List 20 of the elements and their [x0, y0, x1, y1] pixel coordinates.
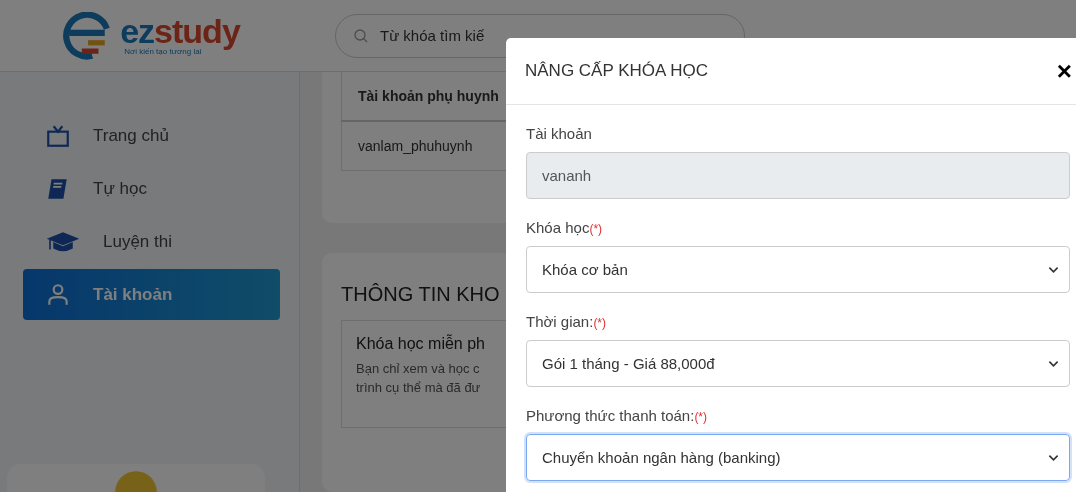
chevron-down-icon — [1048, 265, 1059, 274]
sidebar-item[interactable]: Tự học — [23, 163, 280, 214]
select-field[interactable]: Khóa cơ bản — [526, 246, 1070, 293]
plan-title: Khóa học miễn ph — [356, 335, 486, 353]
field-label: Phương thức thanh toán:(*) — [526, 407, 709, 424]
plan-description: Bạn chỉ xem và học c trình cụ thể mà đã đư — [356, 360, 481, 397]
search-icon — [353, 27, 369, 44]
field-label: Thời gian:(*) — [526, 313, 608, 330]
sidebar-item[interactable]: Luyện thi — [23, 216, 280, 267]
close-button[interactable]: × — [1052, 58, 1076, 84]
chevron-down-icon — [1048, 453, 1059, 462]
sidebar-item[interactable]: Trang chủ — [23, 110, 280, 161]
select-field[interactable]: Gói 1 tháng - Giá 88,000đ — [526, 340, 1070, 387]
select-field[interactable]: Chuyển khoản ngân hàng (banking) — [526, 434, 1070, 481]
user-icon — [45, 281, 71, 308]
field-label: Khóa học(*) — [526, 219, 604, 236]
chevron-down-icon — [1048, 359, 1059, 368]
section-heading: THÔNG TIN KHO — [341, 283, 501, 306]
logo-tagline: Nơi kiến tạo tương lai — [123, 47, 202, 56]
input-field[interactable]: vananh — [526, 152, 1070, 199]
